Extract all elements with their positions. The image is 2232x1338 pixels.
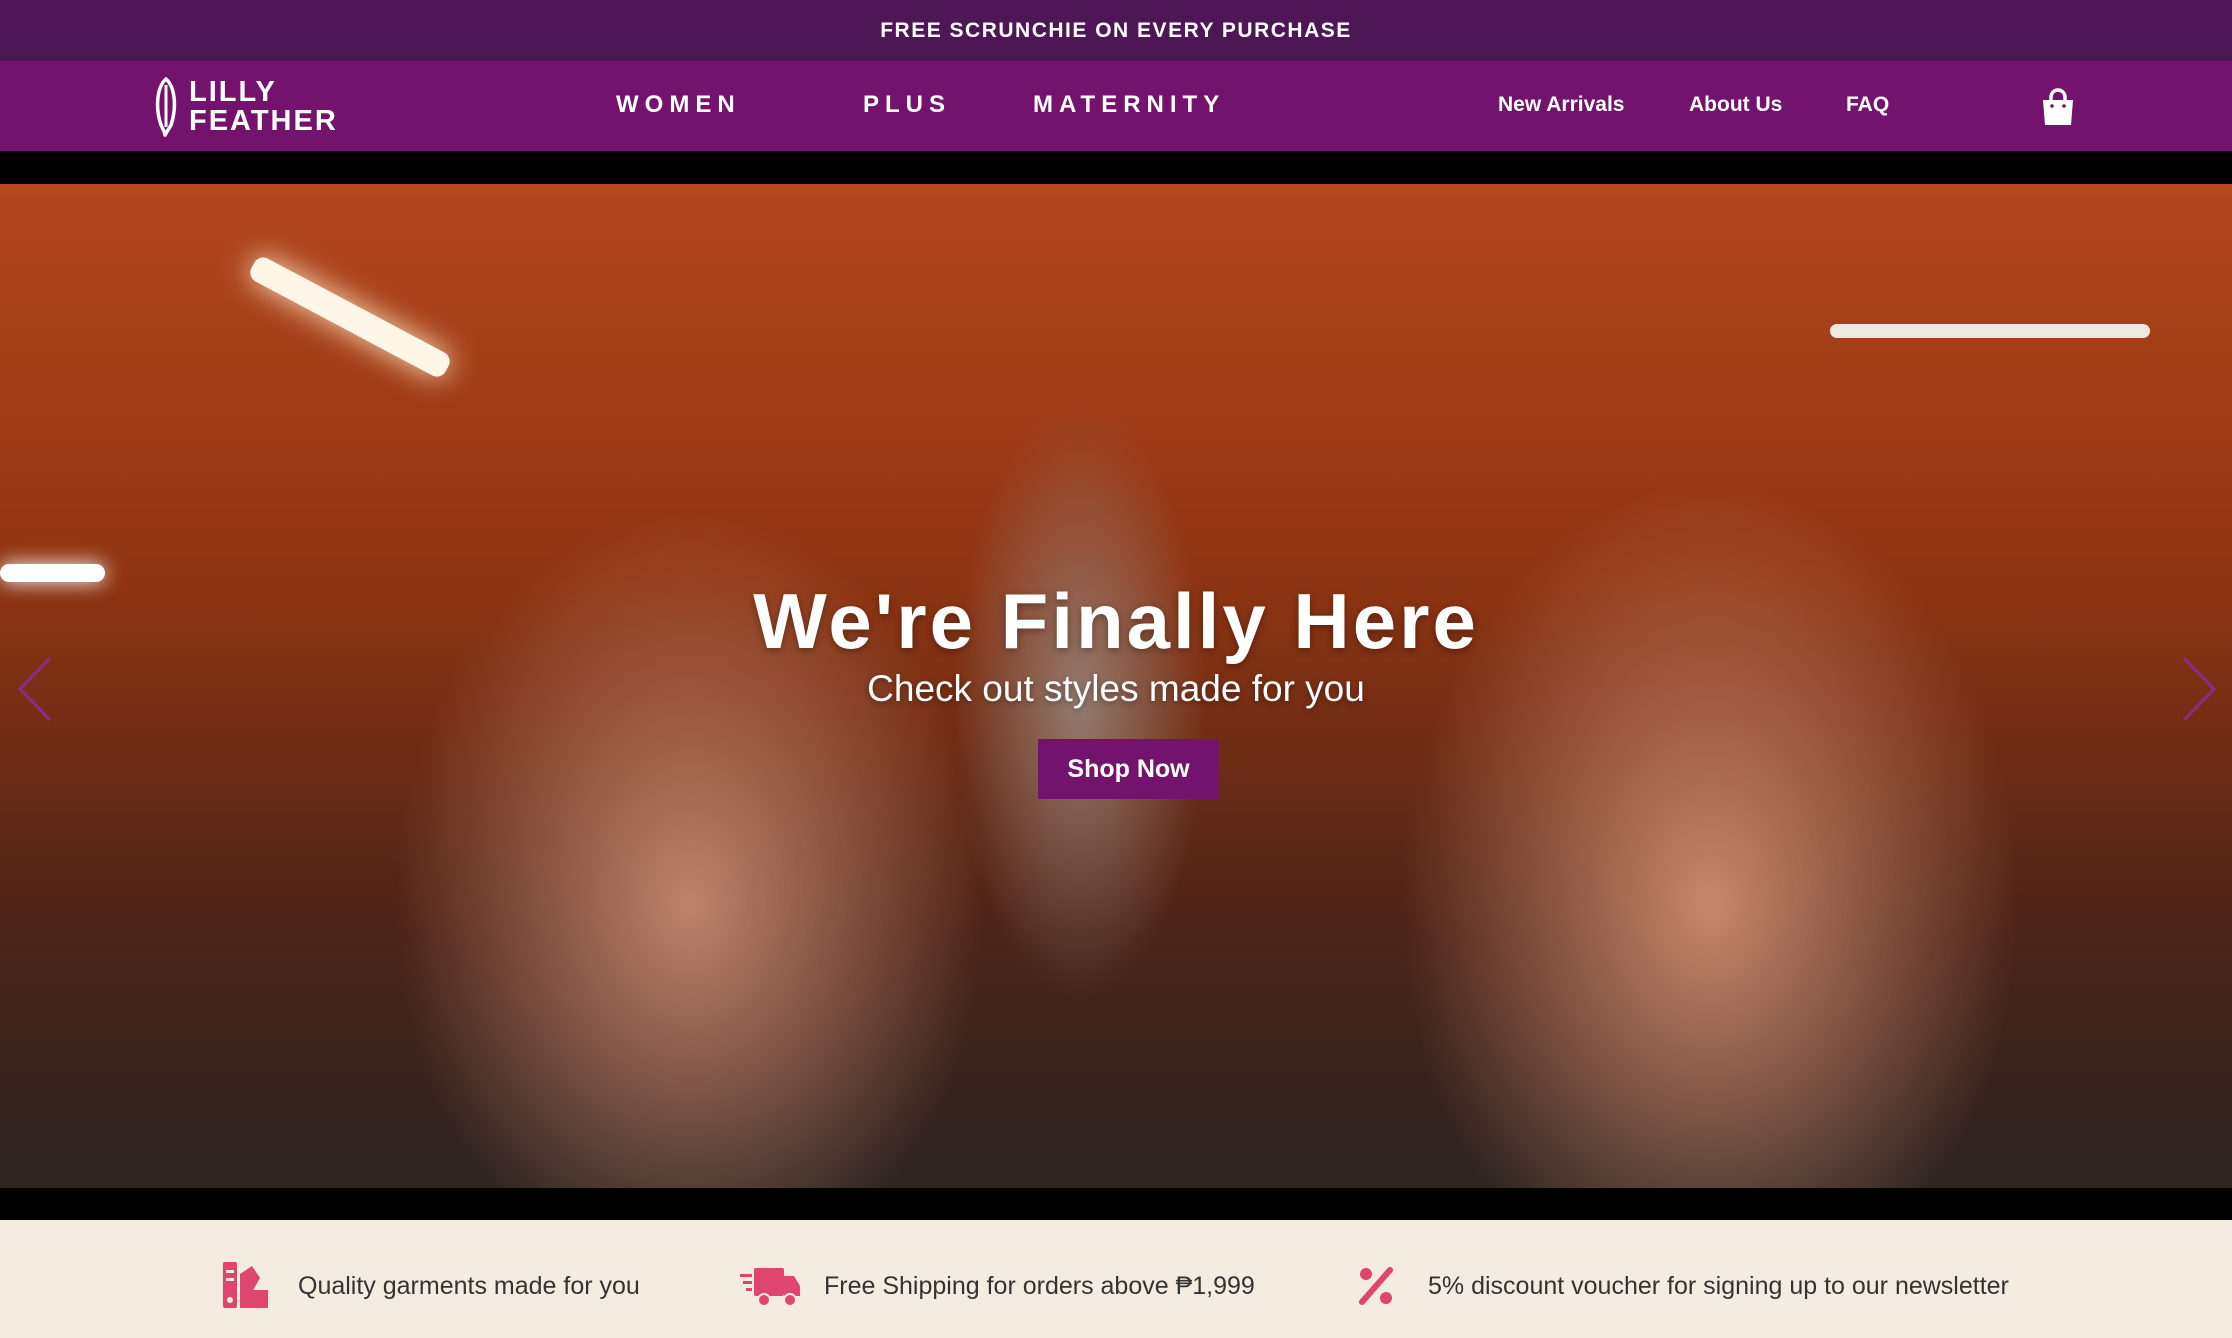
logo-link[interactable]: LILLY FEATHER: [153, 77, 338, 137]
percent-icon: [1359, 1267, 1393, 1305]
shopping-bag-icon: [2043, 88, 2073, 125]
swatch-icon: [223, 1262, 268, 1308]
chevron-right-icon: [2182, 656, 2217, 722]
feather-logo-icon: [155, 77, 177, 137]
hero-bottom-band: [0, 1188, 2232, 1220]
shop-now-button[interactable]: Shop Now: [1038, 739, 1219, 799]
feature-item: 5% discount voucher for signing up to ou…: [1356, 1256, 2009, 1316]
feature-text: Free Shipping for orders above ₱1,999: [824, 1271, 1255, 1300]
hero-subtitle: Check out styles made for you: [867, 668, 1365, 709]
feature-item: Free Shipping for orders above ₱1,999: [740, 1256, 1255, 1316]
nav-new-arrivals[interactable]: New Arrivals: [1498, 93, 1624, 117]
nav-faq[interactable]: FAQ: [1846, 93, 1889, 117]
feature-text: 5% discount voucher for signing up to ou…: [1428, 1271, 2009, 1300]
cart-button[interactable]: [2040, 87, 2076, 127]
logo-line1: LILLY: [189, 76, 277, 108]
logo-line2: FEATHER: [189, 105, 338, 137]
hero-slider: We're Finally Here Check out styles made…: [0, 184, 2232, 1188]
nav-plus[interactable]: PLUS: [863, 91, 951, 119]
chevron-left-icon: [17, 656, 52, 722]
announcement-text: FREE SCRUNCHIE ON EVERY PURCHASE: [880, 18, 1352, 42]
nav-maternity[interactable]: MATERNITY: [1033, 91, 1225, 119]
features-bar: Quality garments made for you Free Shipp…: [0, 1234, 2232, 1338]
announcement-bar: FREE SCRUNCHIE ON EVERY PURCHASE: [0, 0, 2232, 61]
feature-item: Quality garments made for you: [220, 1256, 640, 1316]
slider-next-button[interactable]: [2176, 654, 2220, 724]
site-header: LILLY FEATHER WOMEN PLUS MATERNITY New A…: [0, 61, 2232, 151]
delivery-truck-icon: [740, 1268, 800, 1307]
hero-title: We're Finally Here: [753, 577, 1479, 665]
hero-content: We're Finally Here Check out styles made…: [0, 184, 2232, 1188]
nav-about-us[interactable]: About Us: [1689, 93, 1782, 117]
nav-women[interactable]: WOMEN: [616, 91, 741, 119]
logo-wordmark: LILLY FEATHER: [189, 78, 338, 136]
feature-text: Quality garments made for you: [298, 1271, 640, 1300]
slider-prev-button[interactable]: [14, 654, 58, 724]
